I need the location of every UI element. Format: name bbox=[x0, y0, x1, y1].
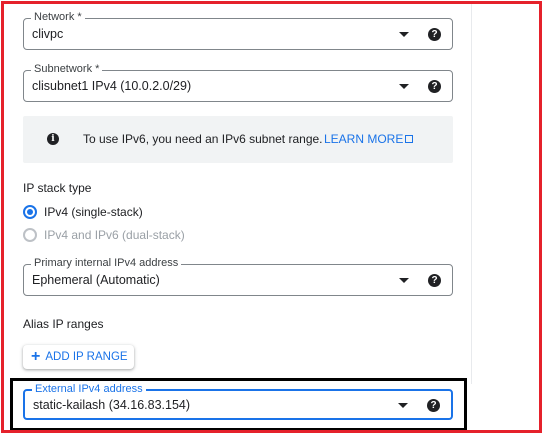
ipv6-notice: i To use IPv6, you need an IPv6 subnet r… bbox=[23, 116, 453, 163]
radio-button-disabled bbox=[23, 228, 37, 242]
radio-button-checked[interactable] bbox=[23, 205, 37, 219]
ip-stack-title: IP stack type bbox=[23, 181, 92, 195]
external-ipv4-select[interactable]: External IPv4 address static-kailash (34… bbox=[23, 382, 453, 420]
add-ip-range-label: ADD IP RANGE bbox=[45, 351, 128, 363]
caret-down-icon[interactable] bbox=[399, 32, 409, 37]
caret-down-icon[interactable] bbox=[399, 278, 409, 283]
primary-internal-ipv4-value: Ephemeral (Automatic) bbox=[32, 273, 160, 287]
radio-dual-stack-label: IPv4 and IPv6 (dual-stack) bbox=[44, 228, 185, 242]
caret-down-icon[interactable] bbox=[399, 84, 409, 89]
help-icon[interactable]: ? bbox=[427, 399, 440, 412]
panel-divider bbox=[471, 4, 472, 384]
subnetwork-label: Subnetwork * bbox=[31, 62, 103, 76]
info-icon: i bbox=[47, 133, 59, 145]
learn-more-label: LEARN MORE bbox=[324, 132, 404, 146]
learn-more-link[interactable]: LEARN MORE bbox=[324, 132, 414, 146]
radio-ipv4-single-stack[interactable]: IPv4 (single-stack) bbox=[23, 204, 143, 220]
network-select[interactable]: Network * clivpc ? bbox=[23, 10, 453, 50]
subnetwork-value: clisubnet1 IPv4 (10.0.2.0/29) bbox=[32, 79, 192, 93]
radio-ipv4-ipv6-dual-stack: IPv4 and IPv6 (dual-stack) bbox=[23, 227, 185, 243]
network-value: clivpc bbox=[32, 27, 64, 41]
primary-internal-ipv4-select[interactable]: Primary internal IPv4 address Ephemeral … bbox=[23, 256, 453, 296]
help-icon[interactable]: ? bbox=[428, 28, 441, 41]
help-icon[interactable]: ? bbox=[428, 80, 441, 93]
network-label: Network * bbox=[31, 10, 85, 24]
ipv6-notice-text: To use IPv6, you need an IPv6 subnet ran… bbox=[83, 132, 323, 146]
alias-ip-title: Alias IP ranges bbox=[23, 317, 104, 331]
external-link-icon bbox=[405, 135, 414, 143]
plus-icon: + bbox=[31, 348, 41, 365]
primary-internal-ipv4-label: Primary internal IPv4 address bbox=[31, 256, 182, 270]
radio-ipv4-single-stack-label: IPv4 (single-stack) bbox=[44, 205, 143, 219]
external-ipv4-value: static-kailash (34.16.83.154) bbox=[33, 398, 191, 412]
caret-down-icon[interactable] bbox=[398, 403, 408, 408]
add-ip-range-button[interactable]: + ADD IP RANGE bbox=[23, 345, 134, 369]
subnetwork-select[interactable]: Subnetwork * clisubnet1 IPv4 (10.0.2.0/2… bbox=[23, 62, 453, 102]
network-interface-panel: Network * clivpc ? Subnetwork * clisubne… bbox=[4, 4, 539, 431]
help-icon[interactable]: ? bbox=[428, 274, 441, 287]
external-ipv4-label: External IPv4 address bbox=[32, 382, 146, 396]
